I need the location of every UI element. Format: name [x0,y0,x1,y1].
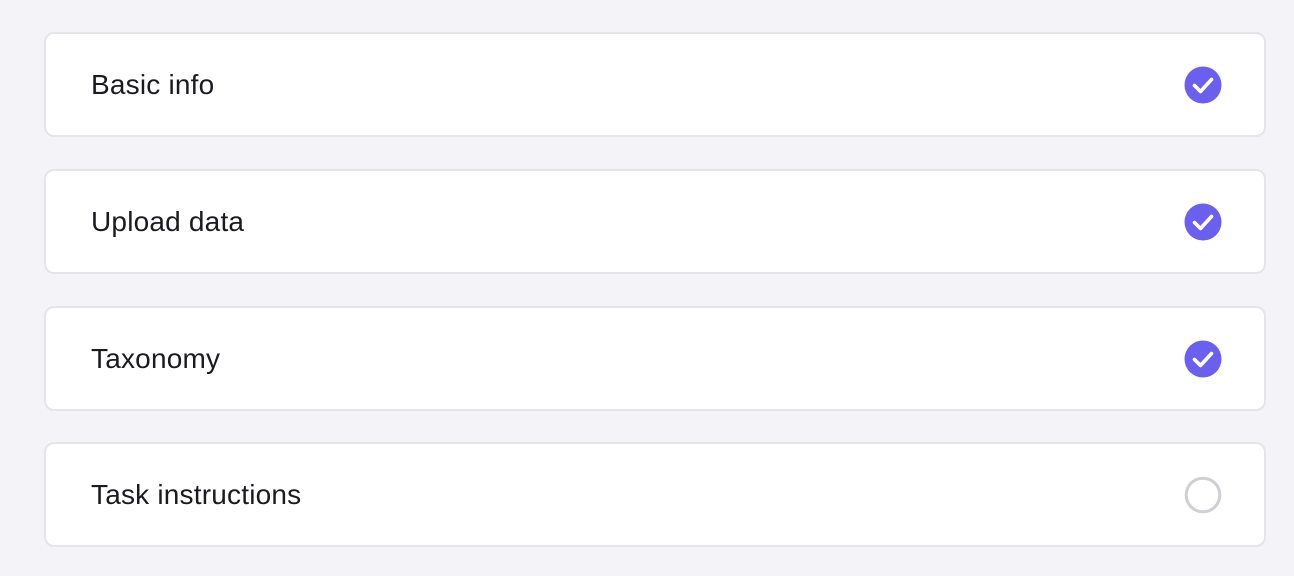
step-label: Taxonomy [91,342,221,374]
step-card-task-instructions[interactable]: Task instructions [44,442,1266,547]
check-circle-icon [1184,340,1222,378]
empty-circle-icon [1184,476,1222,514]
step-card-upload-data[interactable]: Upload data [44,169,1266,274]
step-card-basic-info[interactable]: Basic info [44,32,1266,137]
step-label: Upload data [91,205,245,237]
step-card-taxonomy[interactable]: Taxonomy [44,306,1266,411]
step-label: Basic info [91,68,215,100]
check-circle-icon [1184,203,1222,241]
step-list: Basic info Upload data Taxonomy Task ins… [0,0,1294,576]
check-circle-icon [1184,66,1222,104]
step-label: Task instructions [91,478,302,510]
